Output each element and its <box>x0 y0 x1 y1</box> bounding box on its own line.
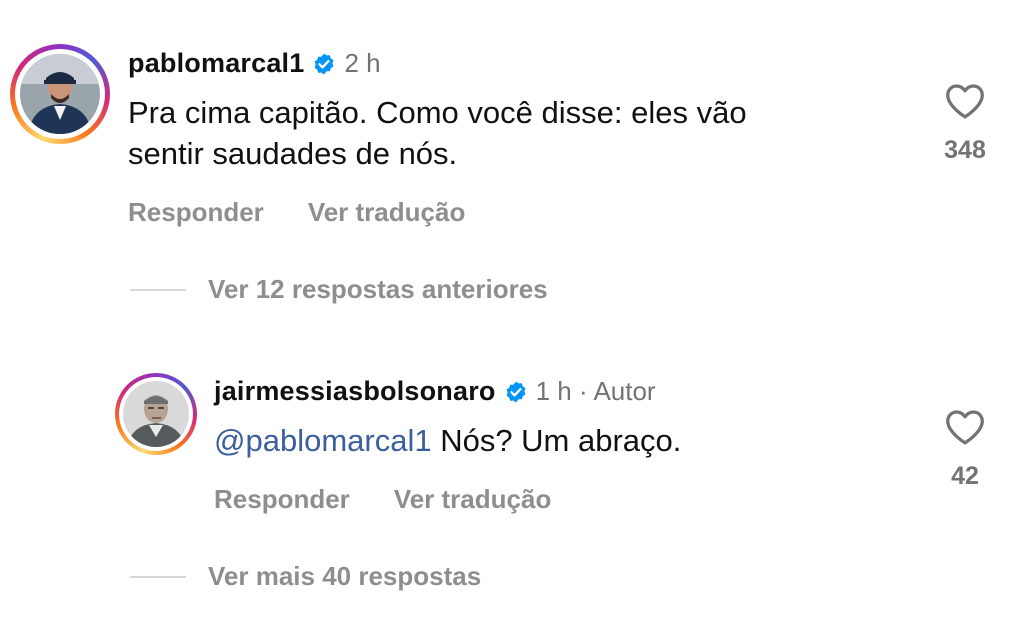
view-replies-label: Ver 12 respostas anteriores <box>208 274 548 304</box>
comment-text: Pra cima capitão. Como você disse: eles … <box>128 92 747 174</box>
see-translation-button[interactable]: Ver tradução <box>308 197 466 228</box>
reply-button[interactable]: Responder <box>214 484 350 515</box>
view-more-replies-button[interactable]: Ver mais 40 respostas <box>130 561 481 592</box>
heart-outline-icon[interactable] <box>944 408 986 446</box>
view-replies-label: Ver mais 40 respostas <box>208 561 482 591</box>
verified-badge-icon <box>506 381 526 402</box>
story-ring[interactable] <box>115 373 197 455</box>
comment-timestamp: 2 h <box>344 48 381 78</box>
reply-button[interactable]: Responder <box>128 197 264 228</box>
comment-text: @pablomarcal1 Nós? Um abraço. <box>214 420 681 461</box>
replies-divider <box>130 575 186 578</box>
verified-badge-icon <box>315 53 334 74</box>
comment-text-line: sentir saudades de nós. <box>128 136 458 171</box>
comment-username[interactable]: pablomarcal1 <box>128 48 304 79</box>
comment-text-content: Nós? Um abraço. <box>431 423 682 458</box>
story-ring[interactable] <box>10 44 110 144</box>
comment-username[interactable]: jairmessiasbolsonaro <box>214 376 496 407</box>
comment-text-line: Pra cima capitão. Como você disse: eles … <box>128 95 747 130</box>
like-count: 348 <box>944 136 986 164</box>
comment-timestamp: 1 h · Autor <box>535 376 656 406</box>
mention-link[interactable]: @pablomarcal1 <box>214 423 432 458</box>
avatar[interactable] <box>123 381 189 447</box>
like-area: 42 <box>930 408 1000 491</box>
like-count: 42 <box>951 462 979 490</box>
view-replies-button[interactable]: Ver 12 respostas anteriores <box>130 274 548 305</box>
like-area: 348 <box>930 82 1000 165</box>
replies-divider <box>130 288 186 291</box>
heart-outline-icon[interactable] <box>944 82 986 120</box>
avatar[interactable] <box>20 54 100 134</box>
see-translation-button[interactable]: Ver tradução <box>394 484 552 515</box>
